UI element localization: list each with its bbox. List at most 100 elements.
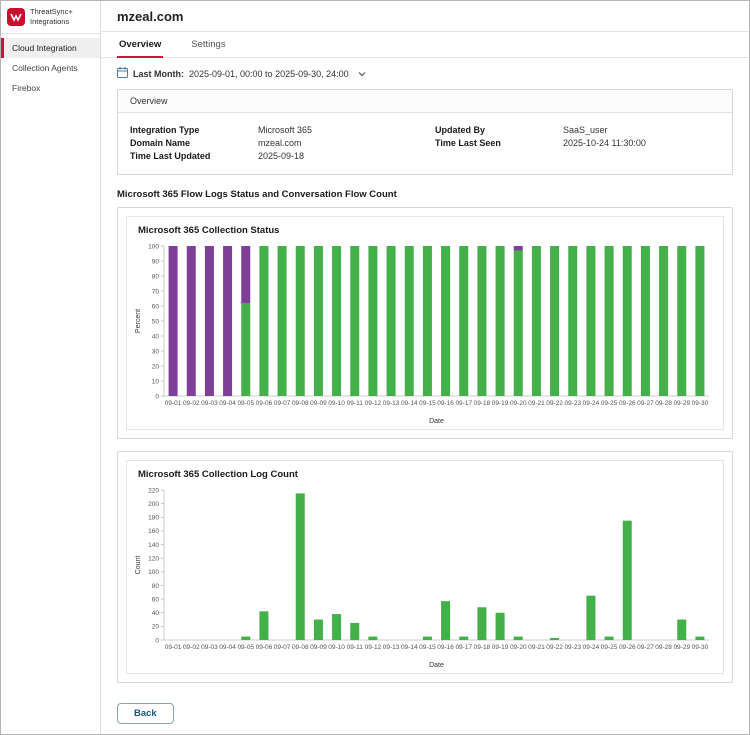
svg-text:09-07: 09-07 [274,644,291,651]
svg-text:09-28: 09-28 [655,644,672,651]
svg-text:180: 180 [148,515,159,522]
overview-card: Overview Integration Type Microsoft 365 … [117,89,733,175]
overview-card-title: Overview [118,90,732,113]
app-window: ThreatSync+ Integrations Cloud Integrati… [1,1,749,734]
svg-text:09-18: 09-18 [474,400,491,407]
svg-text:09-10: 09-10 [328,400,345,407]
overview-fields-left: Integration Type Microsoft 365 Domain Na… [130,122,415,164]
svg-text:09-14: 09-14 [401,400,418,407]
svg-text:09-05: 09-05 [237,400,254,407]
svg-text:09-04: 09-04 [219,644,236,651]
svg-text:09-07: 09-07 [274,400,291,407]
sidebar: ThreatSync+ Integrations Cloud Integrati… [1,1,101,734]
tab-settings[interactable]: Settings [189,32,227,58]
logo-subtitle: Integrations [30,16,70,26]
svg-text:0: 0 [155,393,159,400]
svg-text:09-25: 09-25 [601,400,618,407]
svg-text:09-19: 09-19 [492,400,509,407]
svg-text:09-06: 09-06 [256,644,273,651]
sidebar-item-firebox[interactable]: Firebox [1,78,100,98]
main-content: mzeal.com Overview Settings Last Month: … [101,1,749,734]
svg-text:50: 50 [152,318,160,325]
svg-text:09-21: 09-21 [528,400,545,407]
svg-text:09-26: 09-26 [619,400,636,407]
date-filter-value: 2025-09-01, 00:00 to 2025-09-30, 24:00 [189,68,349,79]
svg-text:09-19: 09-19 [492,644,509,651]
svg-text:09-08: 09-08 [292,644,309,651]
svg-text:80: 80 [152,273,160,280]
svg-text:09-26: 09-26 [619,644,636,651]
date-filter[interactable]: Last Month: 2025-09-01, 00:00 to 2025-09… [101,58,749,87]
svg-text:30: 30 [152,348,160,355]
svg-text:09-16: 09-16 [437,644,454,651]
svg-text:120: 120 [148,555,159,562]
svg-text:09-29: 09-29 [673,400,690,407]
svg-text:09-11: 09-11 [347,644,364,651]
svg-text:09-13: 09-13 [383,644,400,651]
svg-text:09-10: 09-10 [328,644,345,651]
svg-text:70: 70 [152,288,160,295]
svg-text:09-22: 09-22 [546,644,563,651]
chevron-down-icon[interactable] [358,69,366,79]
svg-text:09-20: 09-20 [510,644,527,651]
svg-text:09-29: 09-29 [673,644,690,651]
tab-overview[interactable]: Overview [117,32,164,58]
svg-text:09-12: 09-12 [365,644,382,651]
logo-text: ThreatSync+ Integrations [30,7,73,27]
svg-text:09-17: 09-17 [455,400,472,407]
svg-text:09-23: 09-23 [564,644,581,651]
svg-text:80: 80 [152,583,160,590]
svg-text:100: 100 [148,243,159,250]
svg-text:20: 20 [152,624,160,631]
svg-text:09-30: 09-30 [692,644,709,651]
svg-text:09-11: 09-11 [347,400,364,407]
domain-name-label: Domain Name [130,138,191,148]
svg-text:100: 100 [148,569,159,576]
svg-text:09-20: 09-20 [510,400,527,407]
svg-text:09-13: 09-13 [383,400,400,407]
time-last-updated-label: Time Last Updated [130,151,211,161]
svg-text:90: 90 [152,258,160,265]
log-count-title: Microsoft 365 Collection Log Count [138,469,298,480]
svg-text:140: 140 [148,542,159,549]
threatsync-logo-icon [7,7,25,26]
svg-text:200: 200 [148,501,159,508]
svg-text:09-24: 09-24 [583,644,600,651]
svg-text:60: 60 [152,596,160,603]
svg-text:20: 20 [152,363,160,370]
logo-row: ThreatSync+ Integrations [1,1,100,34]
integration-type-value: Microsoft 365 [258,125,313,135]
time-last-updated-field: Time Last Updated 2025-09-18 [130,151,415,161]
svg-text:60: 60 [152,303,160,310]
svg-text:09-27: 09-27 [637,400,654,407]
time-last-seen-field: Time Last Seen 2025-10-24 11:30:00 [435,138,720,148]
svg-text:160: 160 [148,528,159,535]
svg-text:09-03: 09-03 [201,644,218,651]
time-last-updated-value: 2025-09-18 [258,151,305,161]
svg-text:Date: Date [429,662,444,669]
svg-text:10: 10 [152,378,160,385]
svg-text:09-23: 09-23 [564,400,581,407]
collection-status-title: Microsoft 365 Collection Status [138,225,280,236]
svg-text:09-04: 09-04 [219,400,236,407]
svg-text:09-16: 09-16 [437,400,454,407]
log-count-card: Microsoft 365 Collection Log Count 0 20 40… [117,451,733,683]
svg-text:09-09: 09-09 [310,400,327,407]
sidebar-item-collection-agents[interactable]: Collection Agents [1,58,100,78]
svg-text:09-30: 09-30 [692,400,709,407]
collection-status-card: Microsoft 365 Collection Status 0 10 20 30 4… [117,207,733,439]
svg-text:09-27: 09-27 [637,644,654,651]
domain-name-value: mzeal.com [258,138,302,148]
svg-text:09-14: 09-14 [401,644,418,651]
sidebar-item-cloud-integration[interactable]: Cloud Integration [1,37,100,58]
svg-text:09-08: 09-08 [292,400,309,407]
svg-text:Date: Date [429,418,444,425]
sidebar-nav: Cloud Integration Collection Agents Fire… [1,34,100,98]
back-button[interactable]: Back [117,703,174,724]
svg-text:09-15: 09-15 [419,400,436,407]
time-last-seen-value: 2025-10-24 11:30:00 [563,138,646,148]
updated-by-field: Updated By SaaS_user [435,125,720,135]
svg-text:09-25: 09-25 [601,644,618,651]
integration-type-field: Integration Type Microsoft 365 [130,125,415,135]
calendar-icon [117,67,128,80]
